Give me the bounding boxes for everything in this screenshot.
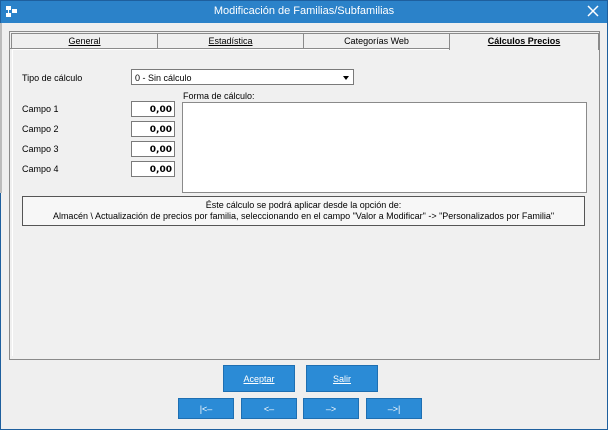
close-icon[interactable] <box>585 3 601 19</box>
info-note: Éste cálculo se podrá aplicar desde la o… <box>22 196 585 226</box>
tab-estadistica[interactable]: Estadística <box>157 33 304 49</box>
campo1-label: Campo 1 <box>22 104 59 114</box>
info-note-line1: Éste cálculo se podrá aplicar desde la o… <box>205 200 402 210</box>
salir-button[interactable]: Salir <box>306 365 378 392</box>
forma-calculo-textarea[interactable] <box>182 102 587 193</box>
tab-categorias-web[interactable]: Categorías Web <box>303 33 450 49</box>
campo1-input[interactable]: 0,00 <box>131 101 175 117</box>
campo3-label: Campo 3 <box>22 144 59 154</box>
tab-calculos-precios-label: Cálculos Precios <box>487 36 561 46</box>
tab-estadistica-label: Estadística <box>208 36 253 46</box>
campo2-input[interactable]: 0,00 <box>131 121 175 137</box>
last-record-button[interactable]: –>| <box>366 398 422 419</box>
first-record-button[interactable]: |<– <box>178 398 234 419</box>
previous-record-button[interactable]: <– <box>241 398 297 419</box>
chevron-down-icon[interactable] <box>343 76 349 80</box>
tab-categorias-web-label: Categorías Web <box>344 36 409 46</box>
forma-calculo-label: Forma de cálculo: <box>183 91 255 101</box>
window-title: Modificación de Familias/Subfamilias <box>213 5 395 17</box>
info-note-line2: Almacén \ Actualización de precios por f… <box>52 211 555 221</box>
tipo-calculo-value: 0 - Sin cálculo <box>135 73 192 83</box>
tipo-calculo-label: Tipo de cálculo <box>22 73 83 83</box>
tab-calculos-precios[interactable]: Cálculos Precios <box>449 33 599 50</box>
salir-button-label: Salir <box>332 374 351 384</box>
aceptar-button[interactable]: Aceptar <box>223 365 295 392</box>
next-record-button[interactable]: –> <box>303 398 359 419</box>
tab-general[interactable]: General <box>11 33 158 49</box>
title-bar[interactable]: Modificación de Familias/Subfamilias <box>1 1 607 23</box>
campo2-label: Campo 2 <box>22 124 59 134</box>
tab-general-label: General <box>68 36 101 46</box>
aceptar-button-label: Aceptar <box>243 374 275 384</box>
campo3-input[interactable]: 0,00 <box>131 141 175 157</box>
campo4-input[interactable]: 0,00 <box>131 161 175 177</box>
window-edge <box>0 23 2 193</box>
tipo-calculo-select[interactable]: 0 - Sin cálculo <box>131 69 354 85</box>
campo4-label: Campo 4 <box>22 164 59 174</box>
